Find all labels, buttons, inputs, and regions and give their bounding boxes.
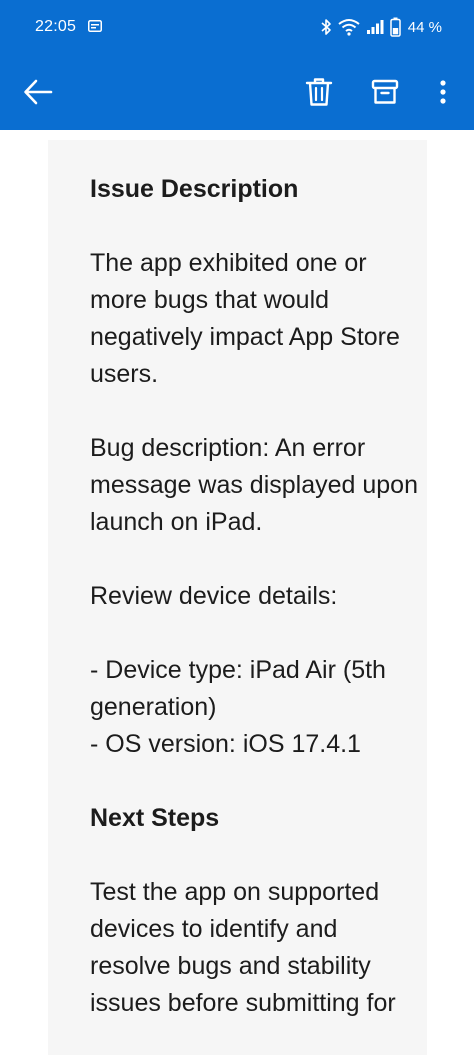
wifi-icon bbox=[338, 19, 360, 36]
status-time: 22:05 bbox=[35, 18, 77, 35]
app-bar bbox=[0, 56, 474, 130]
status-bar: 22:05 44 % bbox=[0, 0, 474, 56]
bug-description: Bug description: An error message was di… bbox=[90, 434, 418, 536]
issue-heading: Issue Description bbox=[90, 175, 299, 203]
notification-icon bbox=[88, 20, 102, 32]
device-type: - Device type: iPad Air (5th generation) bbox=[90, 656, 386, 721]
review-details-label: Review device details: bbox=[90, 582, 338, 610]
device-details: - Device type: iPad Air (5th generation)… bbox=[90, 652, 420, 763]
os-version: - OS version: iOS 17.4.1 bbox=[90, 730, 361, 758]
back-button[interactable] bbox=[16, 70, 60, 114]
arrow-left-icon bbox=[24, 79, 53, 105]
archive-icon bbox=[371, 79, 399, 104]
message-body: Issue Description The app exhibited one … bbox=[90, 171, 420, 1055]
next-steps-text: Test the app on supported devices to ide… bbox=[90, 878, 396, 1017]
issue-text: The app exhibited one or more bugs that … bbox=[90, 249, 400, 388]
message-view[interactable]: Issue Description The app exhibited one … bbox=[0, 130, 474, 1055]
more-options-button[interactable] bbox=[421, 70, 465, 114]
bluetooth-icon bbox=[321, 19, 331, 35]
next-steps-heading: Next Steps bbox=[90, 804, 220, 832]
more-vertical-icon bbox=[440, 80, 446, 104]
battery-icon bbox=[390, 17, 401, 37]
battery-percentage: 44 % bbox=[407, 18, 442, 36]
delete-button[interactable] bbox=[297, 70, 341, 114]
email-screen: 22:05 44 % Issue Description The app exh… bbox=[0, 0, 474, 1055]
message-card: Issue Description The app exhibited one … bbox=[48, 140, 427, 1055]
status-icons: 44 % bbox=[320, 16, 442, 38]
archive-button[interactable] bbox=[363, 70, 407, 114]
signal-icon bbox=[366, 20, 384, 34]
trash-icon bbox=[305, 78, 333, 106]
